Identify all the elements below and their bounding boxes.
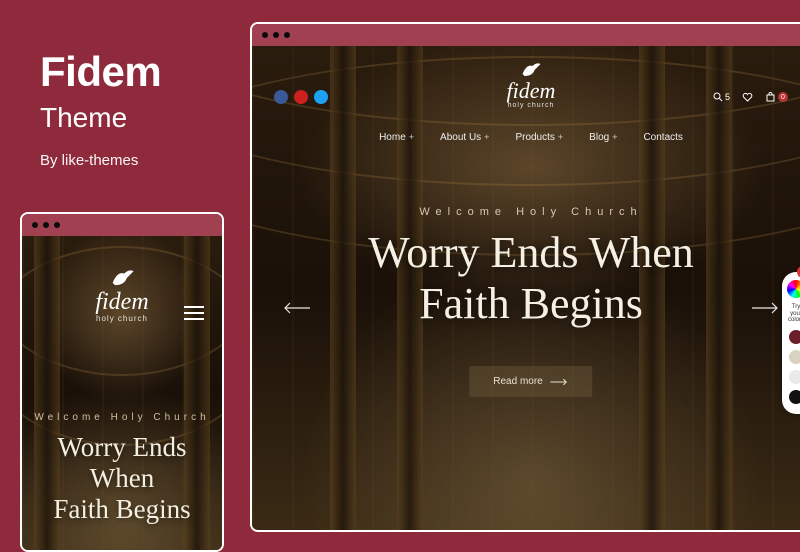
search-icon	[713, 92, 723, 102]
arrow-left-icon	[282, 302, 310, 314]
cart-badge: 0	[778, 92, 788, 102]
headline-line-1: Worry Ends When	[252, 228, 800, 279]
theme-title: Fidem	[40, 48, 161, 96]
arrow-right-icon	[752, 302, 780, 314]
brand-tagline: holy church	[96, 314, 148, 323]
twitter-icon[interactable]	[314, 90, 328, 104]
cart-button[interactable]: 0	[765, 92, 788, 102]
search-count: 5	[725, 92, 730, 102]
main-nav: Home About Us Products Blog Contacts	[252, 132, 800, 143]
headline-line-3: Faith Begins	[32, 494, 212, 525]
color-wheel-icon	[787, 280, 800, 298]
traffic-light-dot	[284, 32, 290, 38]
dove-icon	[519, 60, 543, 78]
nav-home[interactable]: Home	[379, 132, 414, 143]
hero-section: fidem holy church 5 0 Home About Us	[252, 46, 800, 530]
heart-icon	[742, 92, 753, 102]
nav-products[interactable]: Products	[515, 132, 563, 143]
traffic-light-dot	[43, 222, 49, 228]
window-titlebar	[252, 24, 800, 46]
headline-line-1: Worry Ends	[32, 432, 212, 463]
hero-section-mobile: fidem holy church Welcome Holy Church Wo…	[22, 236, 222, 550]
headline-line-2: When	[32, 463, 212, 494]
top-bar: fidem holy church 5 0	[252, 90, 800, 104]
hero-headline: Worry Ends When Faith Begins	[252, 228, 800, 329]
header-tools: 5 0	[713, 92, 788, 102]
read-more-button[interactable]: Read more	[469, 366, 592, 397]
facebook-icon[interactable]	[274, 90, 288, 104]
wishlist-button[interactable]	[742, 92, 753, 102]
traffic-light-dot	[262, 32, 268, 38]
traffic-light-dot	[32, 222, 38, 228]
traffic-light-dot	[54, 222, 60, 228]
youtube-icon[interactable]	[294, 90, 308, 104]
social-links	[274, 90, 328, 104]
nav-contacts[interactable]: Contacts	[643, 132, 682, 143]
traffic-light-dot	[273, 32, 279, 38]
hero-eyebrow: Welcome Holy Church	[22, 412, 222, 423]
color-try-label: Try your colors	[786, 304, 800, 324]
color-try-widget[interactable]: 5 Try your colors	[782, 272, 800, 414]
cta-label: Read more	[493, 376, 542, 387]
bag-icon	[765, 92, 776, 102]
color-swatch[interactable]	[789, 330, 800, 344]
dove-icon	[108, 266, 136, 288]
nav-about[interactable]: About Us	[440, 132, 489, 143]
brand-logo[interactable]: fidem holy church	[95, 266, 148, 323]
slide-prev-button[interactable]	[282, 294, 310, 320]
mobile-preview-window: fidem holy church Welcome Holy Church Wo…	[20, 212, 224, 552]
theme-byline: By like-themes	[40, 152, 161, 169]
brand-name: fidem	[95, 290, 148, 314]
window-titlebar	[22, 214, 222, 236]
brand-tagline: holy church	[508, 102, 555, 109]
hamburger-icon	[184, 306, 204, 320]
headline-line-2: Faith Begins	[252, 279, 800, 330]
hero-eyebrow: Welcome Holy Church	[252, 206, 800, 218]
arrow-right-icon	[551, 379, 569, 385]
hamburger-menu-button[interactable]	[184, 306, 204, 323]
nav-blog[interactable]: Blog	[589, 132, 617, 143]
color-swatch[interactable]	[789, 390, 800, 404]
theme-info-panel: Fidem Theme By like-themes	[40, 48, 161, 169]
brand-name: fidem	[507, 80, 556, 102]
brand-logo[interactable]: fidem holy church	[507, 60, 556, 109]
color-swatch[interactable]	[789, 350, 800, 364]
hero-headline: Worry Ends When Faith Begins	[32, 432, 212, 525]
search-button[interactable]: 5	[713, 92, 730, 102]
slide-next-button[interactable]	[752, 294, 780, 320]
color-swatch[interactable]	[789, 370, 800, 384]
desktop-preview-window: fidem holy church 5 0 Home About Us	[250, 22, 800, 532]
theme-subtitle: Theme	[40, 102, 161, 134]
